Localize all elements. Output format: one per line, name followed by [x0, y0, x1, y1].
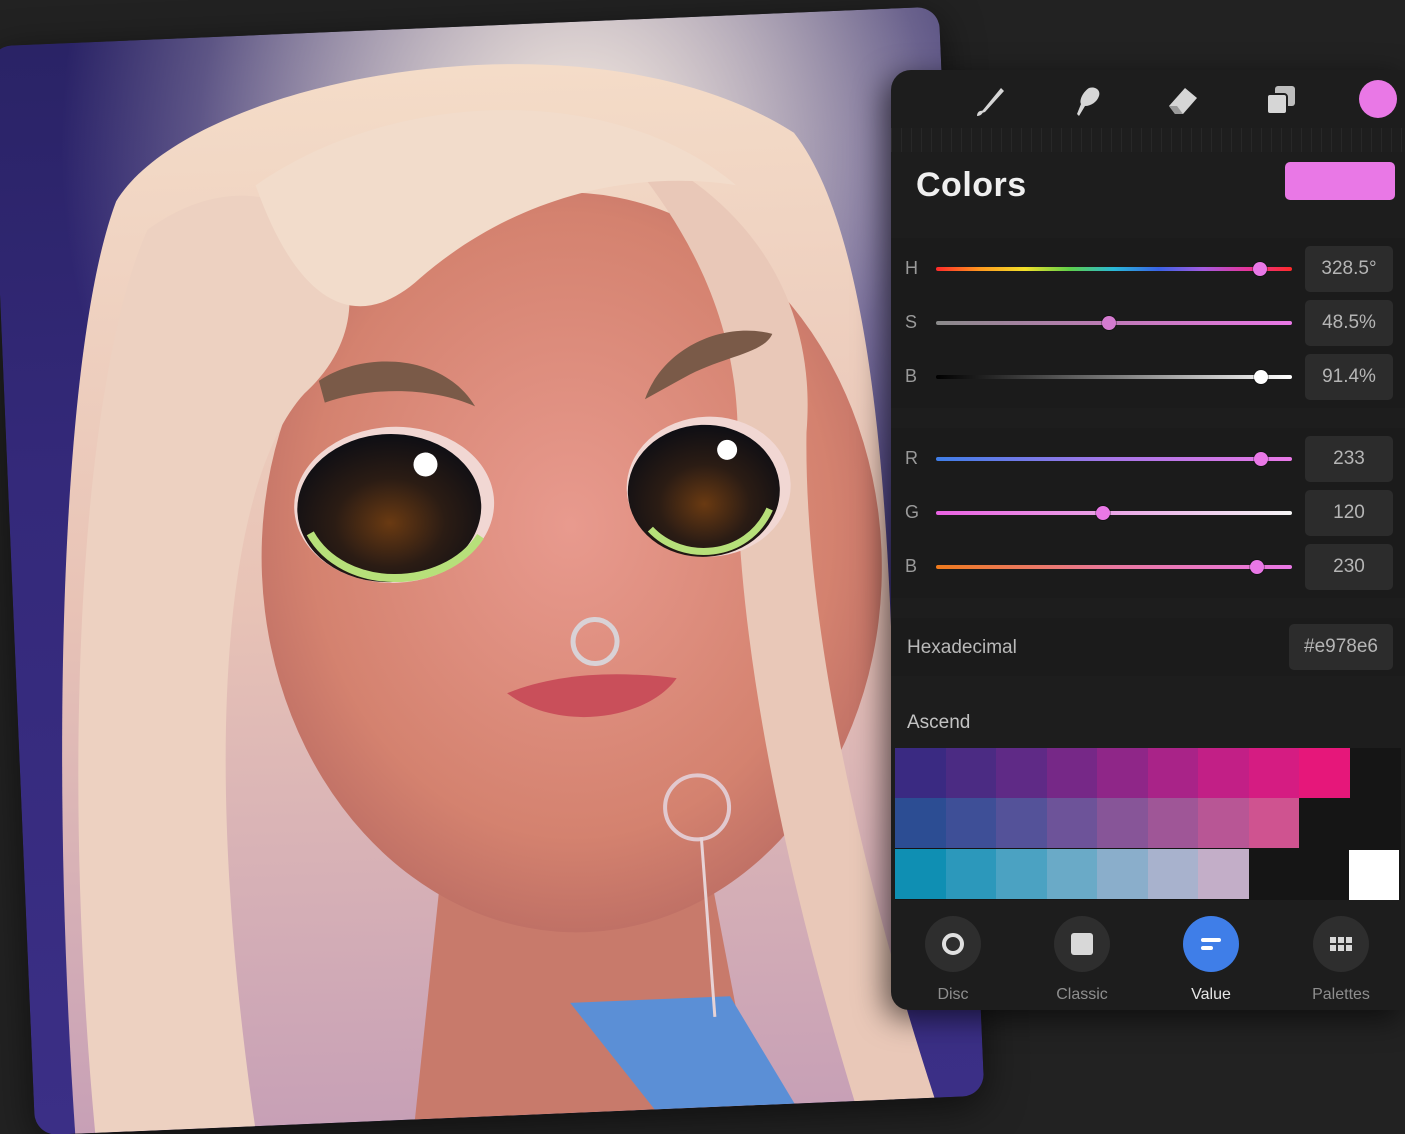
palette-row: [895, 798, 1299, 848]
brightness-slider-thumb[interactable]: [1254, 370, 1269, 384]
palette-swatch[interactable]: [1248, 798, 1299, 848]
palette-swatch[interactable]: [945, 849, 996, 899]
saturation-value[interactable]: 48.5%: [1305, 300, 1393, 346]
palette-swatch[interactable]: [895, 748, 946, 798]
palette-swatch[interactable]: [895, 849, 946, 899]
portrait-illustration: [0, 6, 985, 1134]
palette-grid: [895, 748, 1401, 900]
palette-row: [895, 748, 1350, 798]
blue-slider[interactable]: [936, 560, 1292, 574]
palette-swatch[interactable]: [996, 849, 1047, 899]
brush-icon: [977, 88, 1004, 116]
eraser-icon: [1169, 88, 1197, 114]
tab-palettes[interactable]: Palettes: [1291, 916, 1391, 1004]
saturation-slider[interactable]: [936, 316, 1292, 330]
green-slider-row: G 120: [891, 486, 1405, 540]
classic-tab-label: Classic: [1056, 986, 1108, 1003]
value-tab-label: Value: [1191, 986, 1231, 1003]
hue-value[interactable]: 328.5°: [1305, 246, 1393, 292]
hue-label: H: [905, 258, 918, 278]
green-label: G: [905, 502, 920, 522]
saturation-slider-row: S 48.5%: [891, 296, 1405, 350]
rgb-slider-group: R 233 G 120 B 230: [891, 428, 1405, 598]
palette-swatch[interactable]: [895, 798, 946, 848]
smudge-icon: [1077, 87, 1100, 116]
value-tab-button[interactable]: [1183, 916, 1239, 972]
blue-label: B: [905, 556, 918, 576]
panel-ruler-strip: [891, 128, 1405, 152]
active-color-button[interactable]: [1359, 80, 1397, 118]
palette-swatch[interactable]: [1147, 849, 1198, 899]
green-slider[interactable]: [936, 506, 1292, 520]
color-mode-tabs: Disc Classic Value Palettes: [891, 912, 1405, 1010]
hex-row: Hexadecimal #e978e6: [891, 618, 1405, 676]
blue-slider-thumb[interactable]: [1250, 560, 1265, 574]
hsb-slider-group: H 328.5° S 48.5% B 91.4%: [891, 238, 1405, 408]
brightness-value[interactable]: 91.4%: [1305, 354, 1393, 400]
tab-disc[interactable]: Disc: [903, 916, 1003, 1004]
hue-slider-thumb[interactable]: [1252, 262, 1267, 276]
current-color-swatch[interactable]: [1285, 162, 1395, 200]
disc-tab-label: Disc: [937, 986, 969, 1003]
red-label: R: [905, 448, 918, 468]
saturation-slider-thumb[interactable]: [1101, 316, 1116, 330]
panel-title: Colors: [916, 166, 1027, 204]
palettes-tab-button[interactable]: [1313, 916, 1369, 972]
colors-panel: Colors H 328.5° S 48.5% B 91.4% R 233 G …: [891, 70, 1405, 1010]
tool-bar: [891, 70, 1405, 130]
palette-swatch[interactable]: [1198, 849, 1249, 899]
palette-swatch[interactable]: [1349, 850, 1399, 900]
palette-swatch[interactable]: [1046, 748, 1097, 798]
palette-swatch[interactable]: [1299, 748, 1350, 798]
classic-tab-button[interactable]: [1054, 916, 1110, 972]
green-value[interactable]: 120: [1305, 490, 1393, 536]
palette-swatch[interactable]: [1147, 748, 1198, 798]
red-value[interactable]: 233: [1305, 436, 1393, 482]
palette-swatch[interactable]: [1198, 798, 1249, 848]
hue-slider[interactable]: [936, 262, 1292, 276]
palette-swatch[interactable]: [996, 798, 1047, 848]
red-slider-thumb[interactable]: [1254, 452, 1269, 466]
classic-square-icon: [1071, 933, 1093, 955]
app-stage: Colors H 328.5° S 48.5% B 91.4% R 233 G …: [0, 0, 1405, 1134]
palettes-tab-label: Palettes: [1312, 986, 1370, 1003]
palette-swatch[interactable]: [1248, 748, 1299, 798]
brightness-slider-row: B 91.4%: [891, 350, 1405, 404]
palette-swatch[interactable]: [1097, 748, 1148, 798]
layers-icon: [1266, 86, 1295, 115]
blue-value[interactable]: 230: [1305, 544, 1393, 590]
disc-icon: [942, 933, 964, 955]
brightness-slider[interactable]: [936, 370, 1292, 384]
eraser-tool[interactable]: [1161, 78, 1205, 122]
palettes-grid-icon: [1330, 937, 1352, 951]
disc-tab-button[interactable]: [925, 916, 981, 972]
palette-swatch[interactable]: [945, 798, 996, 848]
palette-swatch[interactable]: [1097, 798, 1148, 848]
brightness-label: B: [905, 366, 918, 386]
tab-value[interactable]: Value: [1161, 916, 1261, 1004]
hex-label: Hexadecimal: [907, 637, 1017, 658]
brush-tool[interactable]: [969, 78, 1013, 122]
palette-title: Ascend: [907, 712, 971, 733]
green-slider-thumb[interactable]: [1096, 506, 1111, 520]
palette-swatch[interactable]: [1097, 849, 1148, 899]
red-slider-row: R 233: [891, 432, 1405, 486]
value-sliders-icon: [1201, 938, 1221, 950]
tab-classic[interactable]: Classic: [1032, 916, 1132, 1004]
hue-slider-row: H 328.5°: [891, 242, 1405, 296]
palette-swatch[interactable]: [1147, 798, 1198, 848]
saturation-label: S: [905, 312, 918, 332]
hex-value-field[interactable]: #e978e6: [1289, 624, 1393, 670]
smudge-tool[interactable]: [1065, 78, 1109, 122]
palette-swatch[interactable]: [1046, 798, 1097, 848]
palette-swatch[interactable]: [945, 748, 996, 798]
blue-slider-row: B 230: [891, 540, 1405, 594]
palette-swatch[interactable]: [1046, 849, 1097, 899]
layers-tool[interactable]: [1259, 78, 1303, 122]
palette-row: [895, 849, 1249, 899]
palette-swatch[interactable]: [1198, 748, 1249, 798]
artwork-canvas[interactable]: [0, 6, 985, 1134]
red-slider[interactable]: [936, 452, 1292, 466]
palette-swatch[interactable]: [996, 748, 1047, 798]
